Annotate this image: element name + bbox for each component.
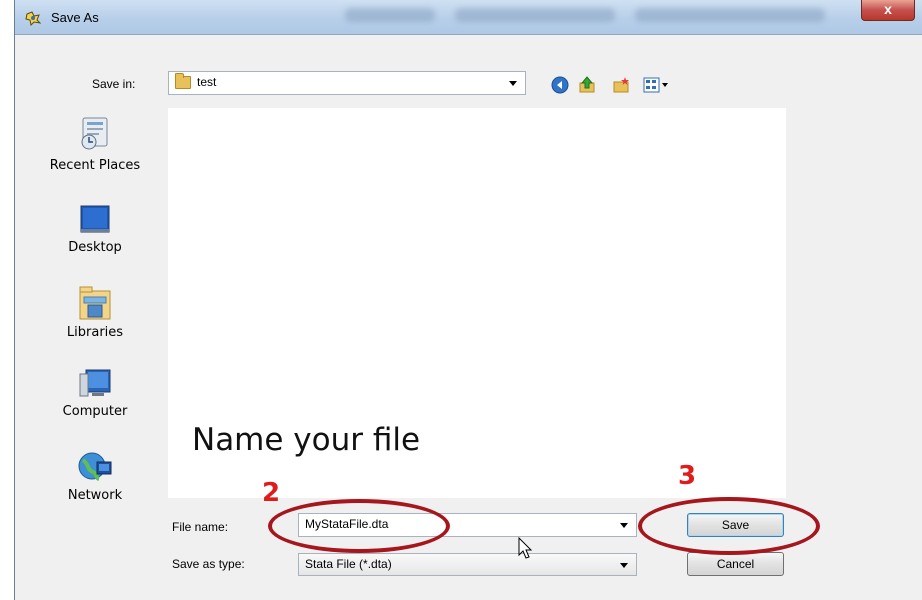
place-label: Recent Places	[49, 158, 141, 173]
mouse-cursor-icon	[518, 537, 533, 559]
back-icon[interactable]	[551, 76, 569, 94]
window-title: Save As	[51, 10, 99, 25]
place-network[interactable]: Network	[32, 446, 158, 503]
title-bar-blur	[345, 8, 435, 22]
libraries-icon	[79, 286, 111, 320]
chevron-down-icon	[620, 562, 628, 568]
place-label: Libraries	[66, 325, 124, 340]
save-button[interactable]: Save	[687, 513, 784, 537]
close-button[interactable]: x	[861, 0, 915, 21]
save-in-value: test	[197, 75, 217, 89]
cancel-button[interactable]: Cancel	[687, 552, 784, 576]
close-icon: x	[884, 1, 892, 17]
places-bar: Recent Places Desktop Libraries Computer	[32, 108, 158, 508]
file-name-value: MyStataFile.dta	[305, 517, 389, 531]
save-type-label: Save as type:	[172, 557, 245, 571]
save-in-dropdown[interactable]: test	[168, 71, 526, 95]
desktop-icon	[80, 205, 110, 233]
views-menu-icon[interactable]	[643, 76, 669, 94]
instruction-text: Name your file	[192, 422, 421, 458]
folder-icon	[175, 73, 191, 89]
chevron-down-icon[interactable]	[620, 523, 628, 528]
place-label: Network	[67, 488, 123, 503]
step-3-label: 3	[678, 461, 697, 491]
title-bar: Save As x	[15, 0, 922, 35]
save-type-dropdown[interactable]: Stata File (*.dta)	[298, 553, 637, 576]
stata-app-icon	[25, 11, 41, 26]
place-label: Computer	[62, 404, 128, 419]
save-in-label: Save in:	[92, 77, 136, 91]
computer-icon	[79, 369, 111, 397]
place-libraries[interactable]: Libraries	[32, 283, 158, 340]
file-name-label: File name:	[172, 520, 229, 534]
place-label: Desktop	[68, 240, 122, 255]
recent-places-icon	[81, 117, 108, 150]
step-2-label: 2	[262, 478, 281, 508]
new-folder-icon[interactable]	[612, 76, 630, 94]
place-desktop[interactable]: Desktop	[32, 202, 158, 255]
file-name-input[interactable]: MyStataFile.dta	[298, 513, 637, 537]
title-bar-blur	[635, 8, 825, 22]
title-bar-blur	[455, 8, 615, 22]
up-folder-icon[interactable]	[578, 76, 596, 94]
place-computer[interactable]: Computer	[32, 366, 158, 419]
save-type-value: Stata File (*.dta)	[305, 557, 392, 571]
place-recent-places[interactable]: Recent Places	[32, 112, 158, 173]
chevron-down-icon	[509, 81, 517, 86]
network-icon	[78, 452, 112, 481]
